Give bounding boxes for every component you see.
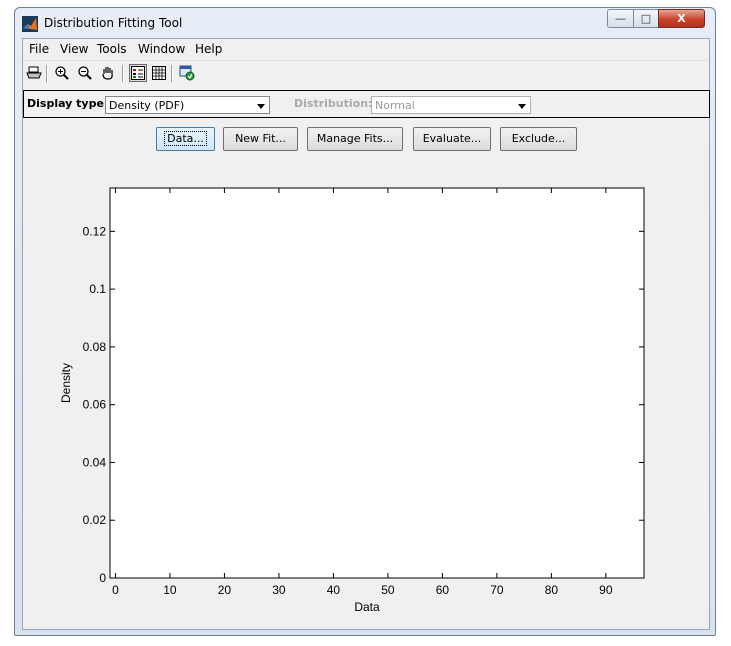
- y-tick-label: 0: [99, 571, 106, 585]
- x-axis-label: Data: [354, 600, 380, 614]
- y-tick-label: 0.12: [83, 224, 107, 238]
- x-tick-label: 60: [436, 583, 450, 597]
- y-tick-label: 0.04: [83, 455, 107, 469]
- x-tick-label: 30: [272, 583, 286, 597]
- x-tick-label: 80: [545, 583, 559, 597]
- x-tick-label: 40: [327, 583, 341, 597]
- y-tick-label: 0.1: [89, 282, 106, 296]
- y-axis-label: Density: [59, 363, 73, 403]
- density-plot[interactable]: 0 10 20 30 40 50 60 70 80 90 0 0.02 0.04 0.06 0.08 0.1 0…: [0, 0, 731, 646]
- x-tick-label: 0: [112, 583, 119, 597]
- y-tick-label: 0.08: [83, 340, 107, 354]
- y-tick-label: 0.02: [83, 513, 107, 527]
- x-tick-label: 20: [218, 583, 232, 597]
- x-tick-label: 90: [599, 583, 613, 597]
- plot-area: [109, 187, 645, 579]
- x-tick-label: 70: [490, 583, 504, 597]
- x-tick-label: 10: [163, 583, 177, 597]
- y-tick-label: 0.06: [83, 398, 107, 412]
- x-tick-label: 50: [381, 583, 395, 597]
